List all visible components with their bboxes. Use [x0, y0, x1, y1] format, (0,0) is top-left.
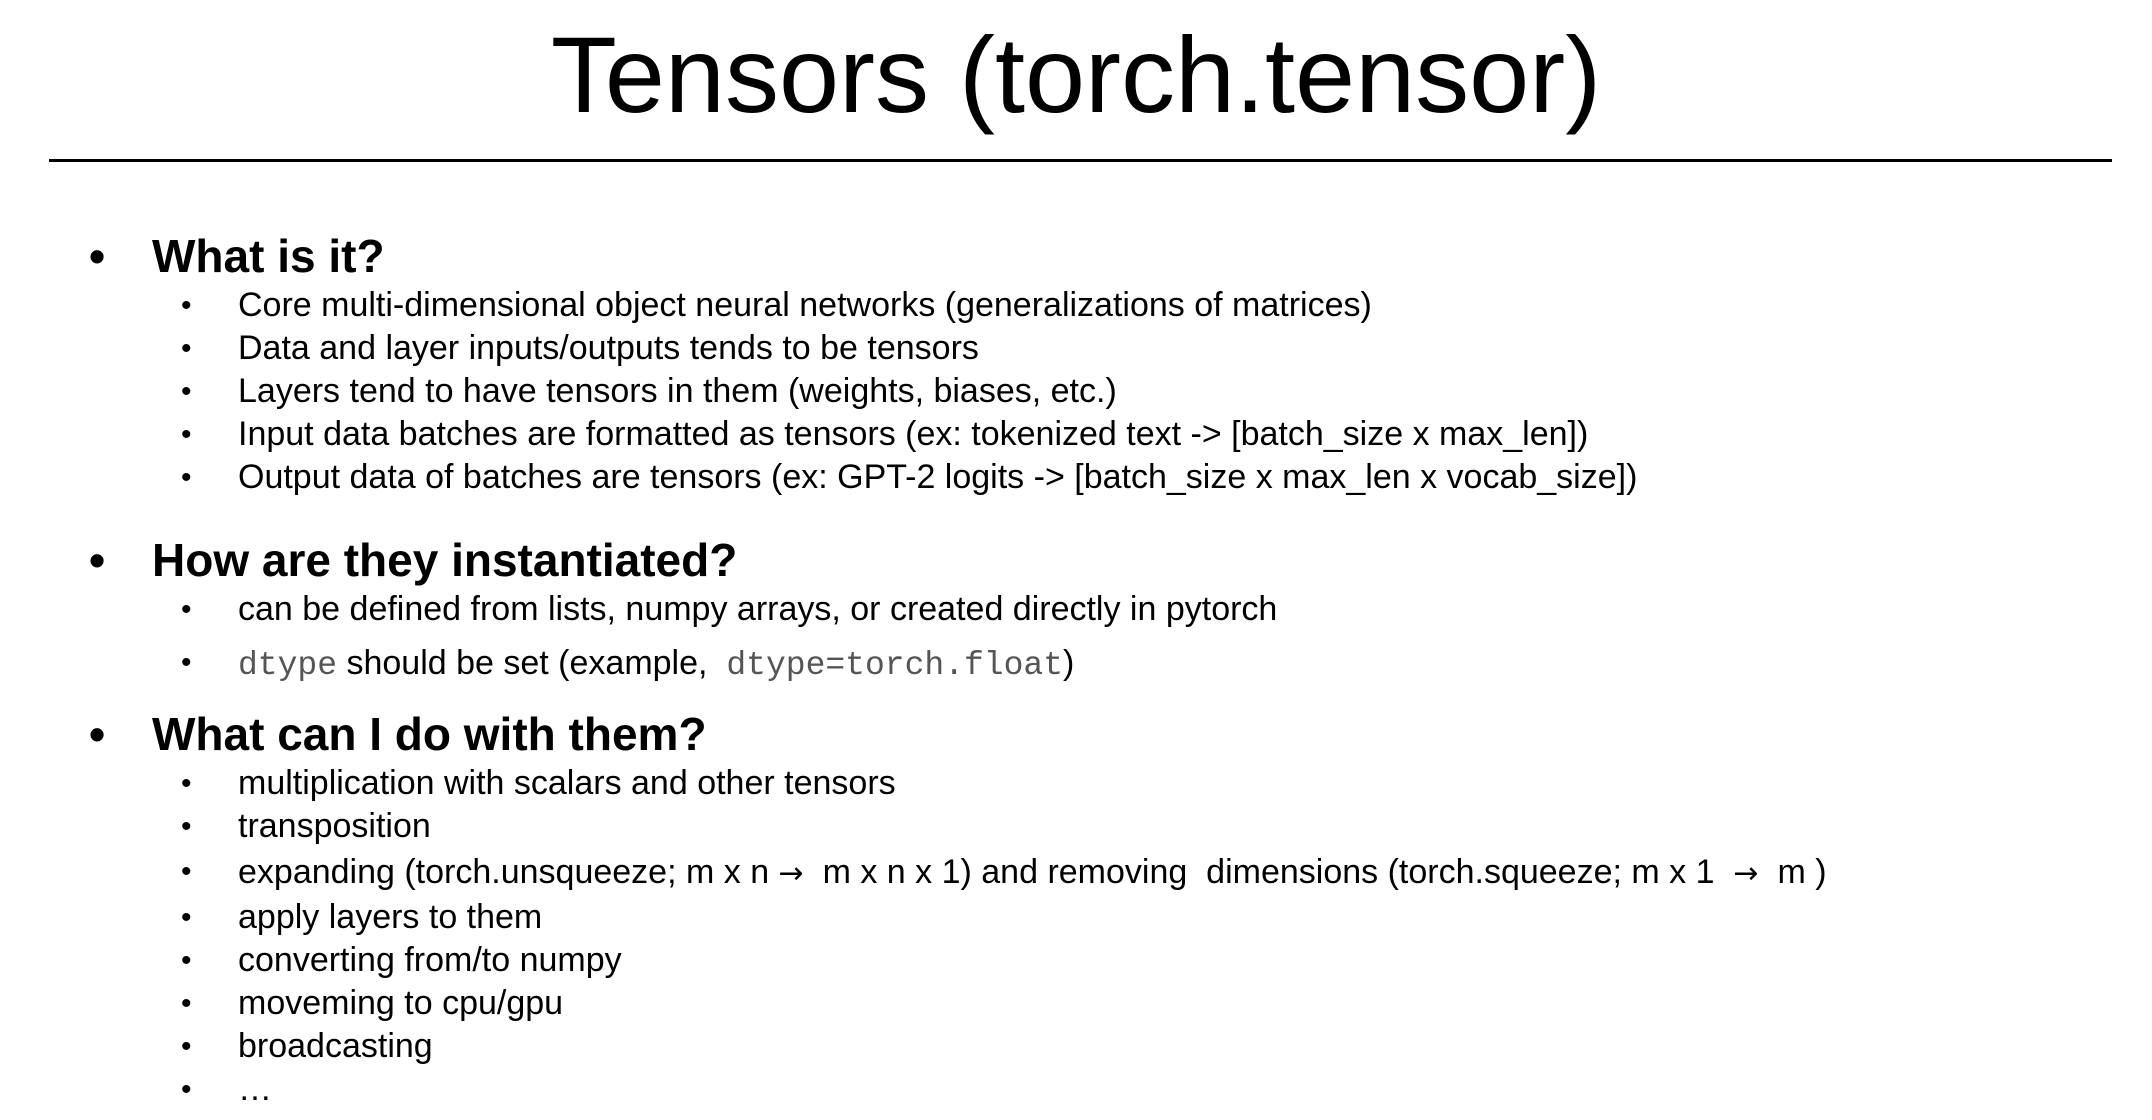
- list-item-text: transposition: [238, 807, 431, 845]
- list-item: • Output data of batches are tensors (ex…: [0, 456, 2152, 499]
- section-instantiation: • How are they instantiated? • can be de…: [0, 532, 2152, 688]
- slide: Tensors (torch.tensor) • What is it? • C…: [0, 0, 2152, 1120]
- right-arrow-icon: →: [1733, 856, 1759, 891]
- right-arrow-icon: →: [778, 856, 804, 891]
- bullet-icon: •: [181, 1073, 192, 1106]
- heading-text: How are they instantiated?: [152, 534, 738, 586]
- list-item-text: multiplication with scalars and other te…: [238, 764, 896, 802]
- list-item: • apply layers to them: [0, 896, 2152, 939]
- list-item: • Layers tend to have tensors in them (w…: [0, 370, 2152, 413]
- list-item: • Core multi-dimensional object neural n…: [0, 284, 2152, 327]
- list-item-dtype: • dtype should be set (example, dtype=to…: [0, 638, 2152, 688]
- list-item: • can be defined from lists, numpy array…: [0, 588, 2152, 638]
- list-item-text: expanding (torch.unsqueeze; m x n → m x …: [238, 848, 1827, 898]
- expand-text-2: m x n x 1) and removing dimensions (torc…: [803, 853, 1734, 891]
- expand-text-3: m ): [1758, 853, 1827, 891]
- bullet-icon: •: [181, 987, 192, 1020]
- list-item-text: Data and layer inputs/outputs tends to b…: [238, 329, 979, 367]
- list-item-text: Output data of batches are tensors (ex: …: [238, 458, 1638, 496]
- section-heading: • What can I do with them?: [0, 706, 2152, 762]
- dtype-text: should be set (example,: [337, 644, 727, 682]
- bullet-icon: •: [181, 461, 192, 494]
- bullet-icon: •: [181, 767, 192, 800]
- bullet-icon: •: [181, 901, 192, 934]
- list-item: • transposition: [0, 805, 2152, 848]
- title-divider: [49, 159, 2112, 162]
- list-item-text: apply layers to them: [238, 898, 543, 936]
- section-heading: • How are they instantiated?: [0, 532, 2152, 588]
- bullet-icon: •: [181, 810, 192, 843]
- expand-text-1: expanding (torch.unsqueeze; m x n: [238, 853, 779, 891]
- bullet-icon: •: [181, 855, 192, 888]
- section-what-is-it: • What is it? • Core multi-dimensional o…: [0, 228, 2152, 499]
- list-item-expanding: • expanding (torch.unsqueeze; m x n → m …: [0, 848, 2152, 896]
- list-item: • moveming to cpu/gpu: [0, 982, 2152, 1025]
- dtype-text-close: ): [1063, 644, 1075, 682]
- bullet-icon: •: [181, 593, 192, 626]
- bullet-icon: •: [89, 708, 106, 760]
- code-dtype-example: dtype=torch.float: [726, 647, 1064, 684]
- bullet-icon: •: [89, 534, 106, 586]
- list-item-text: Layers tend to have tensors in them (wei…: [238, 372, 1117, 410]
- bullet-icon: •: [181, 1030, 192, 1063]
- heading-text: What is it?: [152, 230, 385, 282]
- list-item: • converting from/to numpy: [0, 939, 2152, 982]
- bullet-icon: •: [181, 375, 192, 408]
- section-operations: • What can I do with them? • multiplicat…: [0, 706, 2152, 1111]
- list-item: • Input data batches are formatted as te…: [0, 413, 2152, 456]
- list-item: • multiplication with scalars and other …: [0, 762, 2152, 805]
- list-item: • Data and layer inputs/outputs tends to…: [0, 327, 2152, 370]
- heading-text: What can I do with them?: [152, 708, 707, 760]
- code-dtype: dtype: [238, 647, 338, 684]
- slide-title: Tensors (torch.tensor): [550, 14, 1602, 135]
- list-item-text: Core multi-dimensional object neural net…: [238, 286, 1372, 324]
- list-item-text: Input data batches are formatted as tens…: [238, 415, 1589, 453]
- bullet-icon: •: [181, 646, 192, 679]
- list-item-text: can be defined from lists, numpy arrays,…: [238, 590, 1278, 628]
- section-heading: • What is it?: [0, 228, 2152, 284]
- list-item-text: moveming to cpu/gpu: [238, 984, 564, 1022]
- bullet-icon: •: [181, 289, 192, 322]
- list-item-text: converting from/to numpy: [238, 941, 622, 979]
- bullet-icon: •: [181, 418, 192, 451]
- list-item-text: …: [238, 1070, 272, 1108]
- list-item: • broadcasting: [0, 1025, 2152, 1068]
- list-item-text: broadcasting: [238, 1027, 433, 1065]
- list-item: • …: [0, 1068, 2152, 1111]
- bullet-icon: •: [89, 230, 106, 282]
- bullet-icon: •: [181, 332, 192, 365]
- bullet-icon: •: [181, 944, 192, 977]
- list-item-text: dtype should be set (example, dtype=torc…: [238, 638, 1074, 691]
